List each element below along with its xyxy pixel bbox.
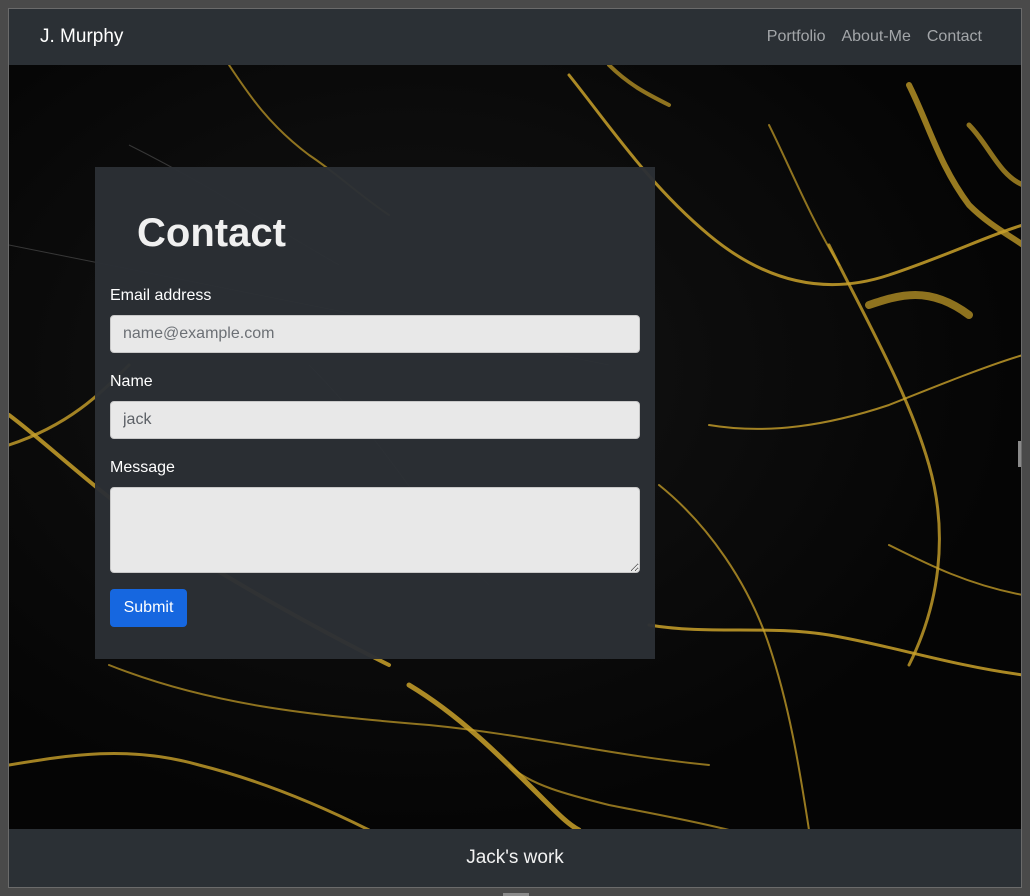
navbar: J. Murphy Portfolio About-Me Contact: [9, 9, 1021, 65]
footer: Jack's work: [9, 829, 1021, 887]
submit-button[interactable]: Submit: [110, 589, 187, 627]
email-input[interactable]: [110, 315, 640, 353]
browser-window: J. Murphy Portfolio About-Me Contact Con…: [8, 8, 1022, 888]
message-textarea[interactable]: [110, 487, 640, 573]
nav-link-contact[interactable]: Contact: [927, 28, 982, 46]
marble-background: Contact Email address Name Message Submi…: [9, 65, 1021, 830]
name-label: Name: [110, 373, 153, 390]
contact-title: Contact: [137, 211, 286, 255]
message-label: Message: [110, 459, 175, 476]
brand-link[interactable]: J. Murphy: [40, 26, 123, 48]
scrollbar-handle[interactable]: [1018, 441, 1021, 467]
nav-link-about-me[interactable]: About-Me: [841, 28, 910, 46]
email-label: Email address: [110, 287, 212, 304]
nav-links: Portfolio About-Me Contact: [767, 28, 990, 46]
contact-card: Contact Email address Name Message Submi…: [95, 167, 655, 659]
name-input[interactable]: [110, 401, 640, 439]
nav-link-portfolio[interactable]: Portfolio: [767, 28, 826, 46]
footer-text: Jack's work: [466, 847, 564, 868]
